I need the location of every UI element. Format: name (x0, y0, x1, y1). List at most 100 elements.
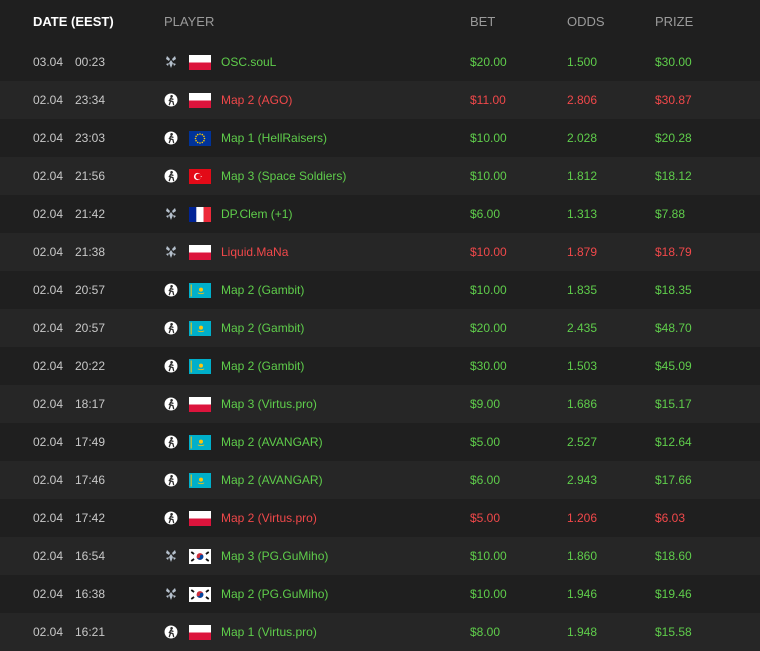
bet-date: 02.04 (33, 359, 64, 373)
csgo-icon (164, 473, 178, 487)
bet-time: 17:42 (75, 511, 106, 525)
bet-prize: $45.09 (655, 359, 692, 373)
table-row[interactable]: 02.04 17:49 Map 2 (AVANGAR) $5.00 2.527 $12.6… (0, 423, 760, 461)
table-row[interactable]: 02.04 18:17 Map 3 (Virtus.pro) $9.00 1.686 $1… (0, 385, 760, 423)
bet-amount: $20.00 (470, 55, 507, 69)
bet-prize: $20.28 (655, 131, 692, 145)
player-name[interactable]: Map 2 (Gambit) (221, 321, 304, 335)
bet-datetime: 02.04 17:42 (0, 511, 164, 525)
header-prize[interactable]: PRIZE (655, 14, 760, 29)
bet-time: 17:46 (75, 473, 106, 487)
bet-datetime: 02.04 17:46 (0, 473, 164, 487)
csgo-icon (164, 625, 178, 639)
bet-time: 16:38 (75, 587, 106, 601)
player-name[interactable]: Map 1 (HellRaisers) (221, 131, 327, 145)
csgo-icon (164, 321, 178, 335)
player-cell: Map 1 (Virtus.pro) (164, 624, 470, 640)
flag-south-korea-icon (189, 586, 211, 602)
table-row[interactable]: 02.04 16:54 Map 3 (PG.GuMiho) $10.00 1.860 $1… (0, 537, 760, 575)
bet-datetime: 02.04 18:17 (0, 397, 164, 411)
header-bet[interactable]: BET (470, 14, 567, 29)
player-name[interactable]: Map 3 (Space Soldiers) (221, 169, 346, 183)
player-name[interactable]: Liquid.MaNa (221, 245, 288, 259)
starcraft-icon (164, 549, 178, 563)
table-row[interactable]: 02.04 20:57 Map 2 (Gambit) $20.00 2.435 $48.7… (0, 309, 760, 347)
bet-amount: $6.00 (470, 207, 501, 221)
table-row[interactable]: 03.04 00:23 OSC.souL $20.00 1.500 $30.00 (0, 43, 760, 81)
header-date[interactable]: DATE (EEST) (0, 14, 164, 29)
table-row[interactable]: 02.04 21:38 Liquid.MaNa $10.00 1.879 $18.79 (0, 233, 760, 271)
table-row[interactable]: 02.04 23:03 Map 1 (HellRaisers) $10.00 2.028… (0, 119, 760, 157)
table-row[interactable]: 02.04 17:42 Map 2 (Virtus.pro) $5.00 1.206 $6… (0, 499, 760, 537)
flag-france-icon (189, 206, 211, 222)
player-cell: OSC.souL (164, 54, 470, 70)
bet-time: 20:22 (75, 359, 106, 373)
bet-prize: $12.64 (655, 435, 692, 449)
bet-datetime: 02.04 20:57 (0, 283, 164, 297)
table-row[interactable]: 02.04 21:56 Map 3 (Space Soldiers) $10.00 1.… (0, 157, 760, 195)
bet-date: 02.04 (33, 397, 64, 411)
player-name[interactable]: Map 1 (Virtus.pro) (221, 625, 317, 639)
player-name[interactable]: Map 2 (Gambit) (221, 283, 304, 297)
header-player[interactable]: PLAYER (164, 14, 470, 29)
bet-datetime: 02.04 20:22 (0, 359, 164, 373)
table-body: 03.04 00:23 OSC.souL $20.00 1.500 $30.00 02.04… (0, 43, 760, 651)
flag-kazakhstan-icon (189, 358, 211, 374)
bet-datetime: 02.04 16:21 (0, 625, 164, 639)
bet-datetime: 03.04 00:23 (0, 55, 164, 69)
bet-odds: 1.835 (567, 283, 598, 297)
table-row[interactable]: 02.04 17:46 Map 2 (AVANGAR) $6.00 2.943 $17.6… (0, 461, 760, 499)
player-cell: Map 3 (PG.GuMiho) (164, 548, 470, 564)
player-name[interactable]: OSC.souL (221, 55, 276, 69)
bet-datetime: 02.04 21:56 (0, 169, 164, 183)
table-row[interactable]: 02.04 20:57 Map 2 (Gambit) $10.00 1.835 $18.3… (0, 271, 760, 309)
bet-date: 02.04 (33, 245, 64, 259)
table-row[interactable]: 02.04 23:34 Map 2 (AGO) $11.00 2.806 $30.87 (0, 81, 760, 119)
table-row[interactable]: 02.04 16:38 Map 2 (PG.GuMiho) $10.00 1.946 $1… (0, 575, 760, 613)
table-row[interactable]: 02.04 21:42 DP.Clem (+1) $6.00 1.313 $7.88 (0, 195, 760, 233)
bet-time: 21:42 (75, 207, 106, 221)
player-cell: Map 3 (Space Soldiers) (164, 168, 470, 184)
player-cell: Map 2 (AVANGAR) (164, 472, 470, 488)
csgo-icon (164, 283, 178, 297)
player-name[interactable]: Map 2 (AVANGAR) (221, 473, 323, 487)
bet-time: 20:57 (75, 321, 106, 335)
bet-date: 02.04 (33, 587, 64, 601)
bet-date: 02.04 (33, 321, 64, 335)
player-name[interactable]: Map 2 (Gambit) (221, 359, 304, 373)
bet-odds: 1.879 (567, 245, 598, 259)
bet-amount: $10.00 (470, 131, 507, 145)
player-cell: Liquid.MaNa (164, 244, 470, 260)
player-name[interactable]: Map 2 (AGO) (221, 93, 292, 107)
bet-odds: 2.806 (567, 93, 598, 107)
bet-amount: $5.00 (470, 511, 501, 525)
player-cell: DP.Clem (+1) (164, 206, 470, 222)
bet-prize: $18.79 (655, 245, 692, 259)
header-odds[interactable]: ODDS (567, 14, 655, 29)
bet-odds: 1.313 (567, 207, 598, 221)
csgo-icon (164, 359, 178, 373)
player-name[interactable]: Map 2 (Virtus.pro) (221, 511, 317, 525)
bet-amount: $10.00 (470, 169, 507, 183)
player-name[interactable]: Map 2 (PG.GuMiho) (221, 587, 328, 601)
bet-amount: $11.00 (470, 93, 506, 107)
bet-odds: 2.527 (567, 435, 598, 449)
table-row[interactable]: 02.04 20:22 Map 2 (Gambit) $30.00 1.503 $45.0… (0, 347, 760, 385)
bet-odds: 1.686 (567, 397, 598, 411)
player-cell: Map 2 (Gambit) (164, 358, 470, 374)
bet-odds: 2.028 (567, 131, 598, 145)
bet-odds: 1.503 (567, 359, 598, 373)
table-row[interactable]: 02.04 16:21 Map 1 (Virtus.pro) $8.00 1.948 $1… (0, 613, 760, 651)
player-name[interactable]: Map 3 (PG.GuMiho) (221, 549, 328, 563)
bet-datetime: 02.04 17:49 (0, 435, 164, 449)
bet-time: 16:54 (75, 549, 106, 563)
flag-south-korea-icon (189, 548, 211, 564)
player-name[interactable]: Map 3 (Virtus.pro) (221, 397, 317, 411)
bet-date: 02.04 (33, 93, 64, 107)
flag-kazakhstan-icon (189, 434, 211, 450)
bet-prize: $18.35 (655, 283, 692, 297)
bet-datetime: 02.04 23:34 (0, 93, 164, 107)
player-name[interactable]: Map 2 (AVANGAR) (221, 435, 323, 449)
player-name[interactable]: DP.Clem (+1) (221, 207, 292, 221)
starcraft-icon (164, 207, 178, 221)
